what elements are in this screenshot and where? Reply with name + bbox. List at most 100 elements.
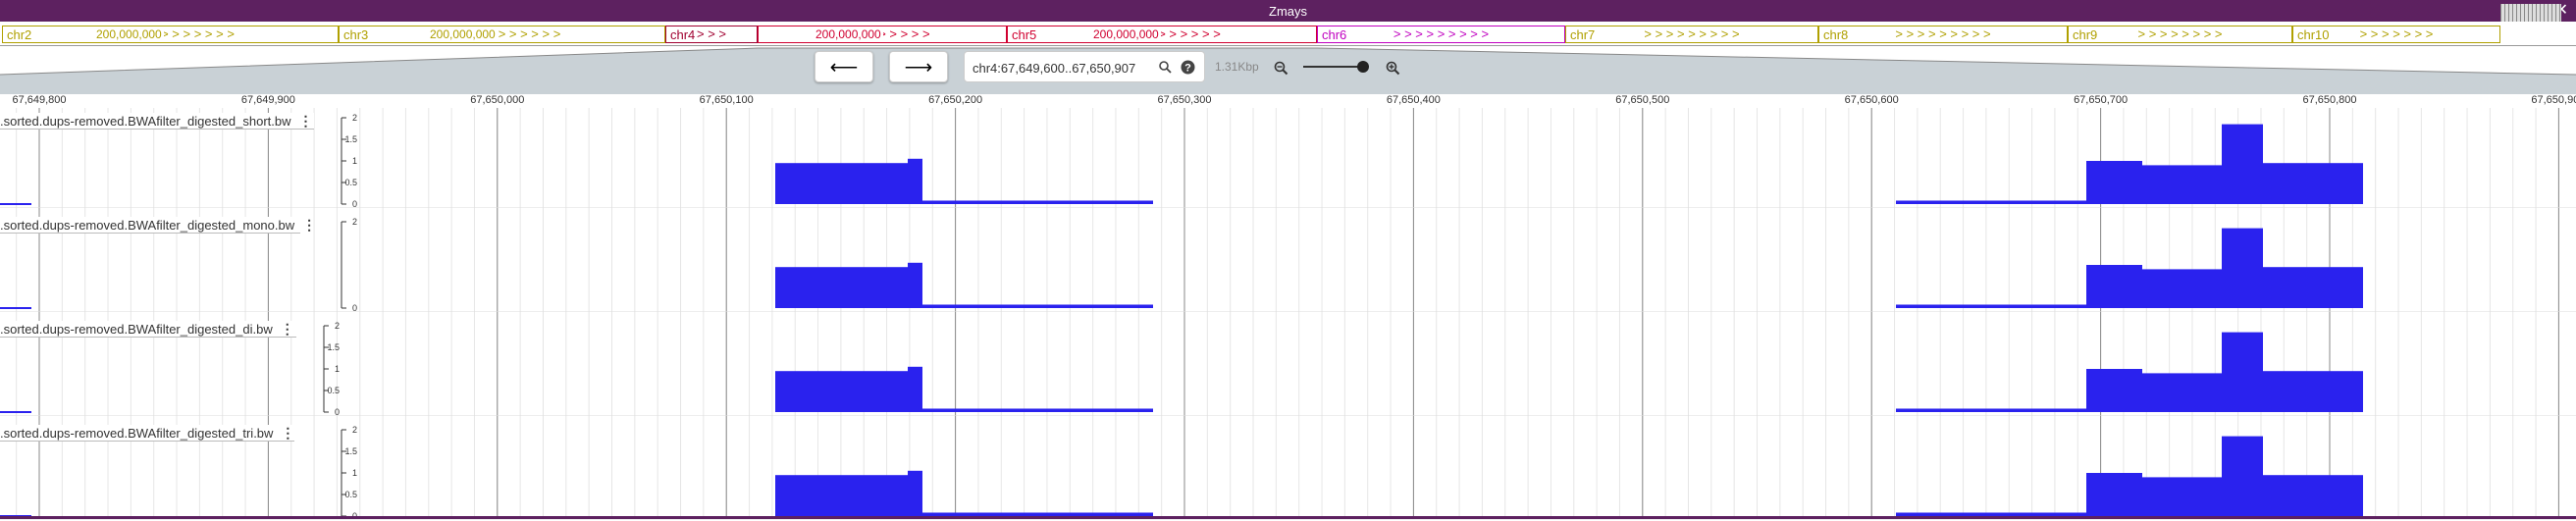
zoom-out-icon[interactable]: [1272, 59, 1289, 77]
strand-arrows: > > > > > > > > > > >: [1103, 26, 1221, 41]
location-input[interactable]: [971, 57, 1156, 78]
strand-arrows: > > > > > > > > >: [1895, 26, 1991, 41]
chromosome-name: chr7: [1570, 27, 1598, 42]
axis-tick-label: 1: [351, 156, 357, 166]
chromosome-name: chr2: [7, 27, 34, 42]
navigation-bar: ⟵ ⟶ ? 1.31Kbp: [0, 51, 2576, 84]
axis-tick-label: 0: [351, 199, 357, 209]
signal-bar: [2142, 165, 2222, 204]
zoom-in-icon[interactable]: [1384, 59, 1401, 77]
chromosome-name: chr4: [670, 27, 698, 42]
ruler-tick-label: 67,650,600: [1844, 94, 1899, 106]
signal-bar: [2142, 477, 2222, 516]
ruler-tick-label: 67,650,100: [699, 94, 754, 106]
strand-arrows: > > > > > > > > >: [1393, 26, 1490, 41]
track-row[interactable]: .sorted.dups-removed.BWAfilter_digested_…: [0, 110, 2576, 209]
ruler-tick-label: 67,649,800: [12, 94, 67, 106]
signal-bar: [2222, 436, 2263, 516]
signal-bar: [908, 158, 922, 204]
strand-arrows: > > > > > > > > > > >: [443, 26, 561, 41]
ruler-tick-label: 67,649,900: [240, 94, 295, 106]
chromosome-chr4[interactable]: > > > chr4: [665, 26, 758, 43]
chromosome-chr8[interactable]: > > > > > > > > > chr8: [1818, 26, 2068, 43]
signal-bar: [908, 262, 922, 308]
track-row[interactable]: .sorted.dups-removed.BWAfilter_digested_…: [0, 318, 2576, 417]
track-y-axis: 21.510.50: [285, 318, 340, 417]
track-signal: [0, 124, 2576, 208]
axis-tick-label: 2: [351, 217, 357, 227]
back-button[interactable]: ⟵: [815, 51, 873, 82]
signal-bar: [2263, 267, 2363, 308]
signal-bar: [1896, 408, 2086, 412]
overview-end-block: [2500, 4, 2561, 22]
axis-tick-label: 2: [351, 113, 357, 123]
signal-bar: [2086, 161, 2142, 204]
axis-tick-label: 0: [351, 303, 357, 313]
ruler-tick-label: 67,650,900: [2531, 94, 2576, 106]
signal-bar: [908, 470, 922, 516]
track-signal: [0, 436, 2576, 520]
chromosome-chr3[interactable]: > > > > > > > > > > > chr3 200,000,000: [339, 26, 665, 43]
chromosome-chr2[interactable]: > > > > > > > > > > > > chr2 200,000,000: [2, 26, 339, 43]
signal-bar: [2263, 475, 2363, 516]
chromosome-chr4b[interactable]: > > > > > > > > >200,000,000: [758, 26, 1007, 43]
chromosome-name: chr6: [1322, 27, 1349, 42]
window-title: Zmays: [1269, 4, 1307, 19]
signal-bar: [922, 408, 1153, 412]
signal-bar: [922, 304, 1153, 308]
signal-bar: [775, 267, 908, 308]
ruler-tick-label: 67,650,500: [1615, 94, 1670, 106]
axis-tick-label: 0.5: [344, 490, 357, 499]
zoom-slider[interactable]: [1303, 66, 1360, 68]
signal-bar: [775, 475, 908, 516]
chromosome-name: chr3: [343, 27, 371, 42]
ruler-tick-label: 67,650,400: [1386, 94, 1441, 106]
chromosome-name: chr9: [2073, 27, 2100, 42]
coordinate-ruler[interactable]: 67,649,800 67,649,900 67,650,000 67,650,100…: [0, 94, 2576, 108]
forward-button[interactable]: ⟶: [889, 51, 948, 82]
track-row[interactable]: .sorted.dups-removed.BWAfilter_digested_…: [0, 214, 2576, 313]
search-icon[interactable]: [1157, 59, 1173, 75]
chromosome-name: chr5: [1012, 27, 1039, 42]
svg-text:?: ?: [1184, 62, 1191, 74]
track-row[interactable]: .sorted.dups-removed.BWAfilter_digested_…: [0, 422, 2576, 521]
chromosome-name: chr8: [1823, 27, 1851, 42]
chromosome-tick-label: 200,000,000: [94, 27, 164, 41]
chromosome-tick-label: 200,000,000: [428, 27, 498, 41]
axis-tick-label: 0.5: [327, 386, 340, 395]
chromosome-chr10[interactable]: > > > > > > > chr10: [2292, 26, 2500, 43]
ruler-tick-label: 67,650,000: [470, 94, 525, 106]
signal-bar: [2142, 373, 2222, 412]
signal-bar: [2222, 332, 2263, 412]
signal-bar: [2222, 124, 2263, 204]
chromosome-tick-label: 200,000,000: [1091, 27, 1161, 41]
axis-tick-label: 0: [334, 407, 340, 417]
chromosome-tick-label: 200,000,000: [814, 27, 883, 41]
signal-bar: [908, 366, 922, 412]
track-signal: [0, 332, 2576, 416]
chromosome-chr5[interactable]: > > > > > > > > > > > chr5 200,000,000: [1007, 26, 1317, 43]
location-search[interactable]: ?: [964, 51, 1205, 82]
ruler-tick-label: 67,650,200: [928, 94, 983, 106]
help-icon[interactable]: ?: [1180, 59, 1195, 75]
bp-width-label: 1.31Kbp: [1215, 60, 1259, 74]
zoom-slider-thumb[interactable]: [1357, 61, 1369, 73]
title-bar: Zmays ✕: [0, 0, 2576, 22]
axis-tick-label: 0.5: [344, 178, 357, 187]
signal-bar: [2086, 369, 2142, 412]
chromosome-chr6[interactable]: > > > > > > > > > chr6: [1317, 26, 1565, 43]
chromosome-chr9[interactable]: > > > > > > > > chr9: [2068, 26, 2292, 43]
chromosome-chr7[interactable]: > > > > > > > > > chr7: [1565, 26, 1818, 43]
strand-arrows: > > > > > > > >: [2137, 26, 2223, 41]
track-y-axis: 21.510.50: [302, 422, 357, 521]
arrow-left-icon: ⟵: [829, 56, 859, 78]
signal-bar: [2142, 269, 2222, 308]
signal-bar: [2222, 228, 2263, 308]
track-y-axis: 20: [302, 214, 357, 313]
axis-tick-label: 1: [334, 364, 340, 374]
chromosome-overview[interactable]: > > > > > > > > > > > > chr2 200,000,000 > …: [0, 22, 2576, 46]
signal-bar: [775, 163, 908, 204]
arrow-right-icon: ⟶: [904, 56, 933, 78]
strand-arrows: > > > > > > > > > > > >: [106, 26, 235, 41]
ruler-tick-label: 67,650,300: [1157, 94, 1212, 106]
